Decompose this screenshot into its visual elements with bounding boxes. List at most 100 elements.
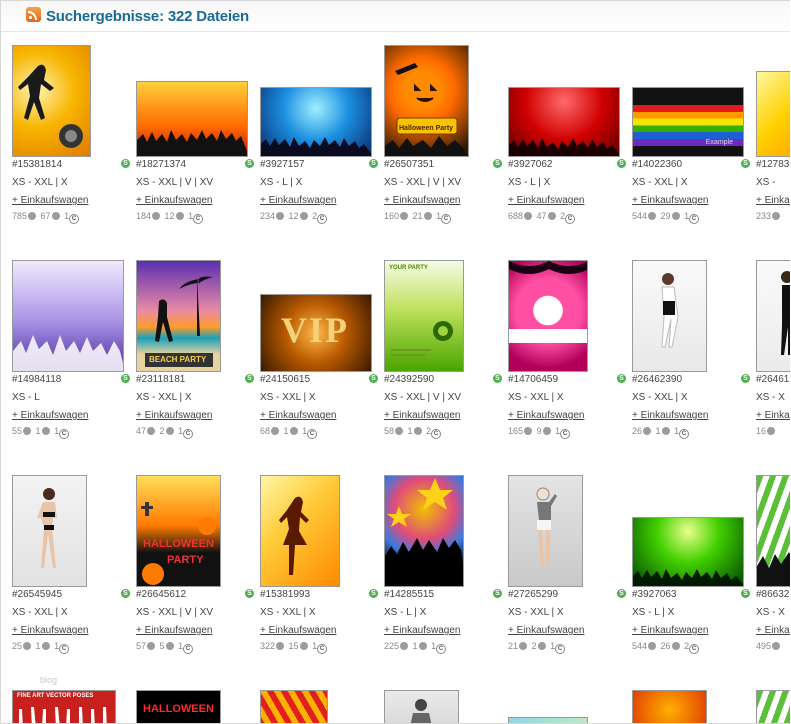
standard-license-icon: S [741,159,750,168]
item-sizes: XS - XXL | X [136,392,192,403]
item-sizes: XS - L | X [384,607,427,618]
downloads-count: 26 [660,641,671,651]
result-thumbnail[interactable] [756,71,790,157]
add-to-cart-link[interactable]: + Einkaufswagen [632,195,708,206]
downloads-count: 1 [35,641,41,651]
views-count: 55 [12,426,23,436]
result-thumbnail[interactable] [384,475,464,587]
views-count: 68 [260,426,271,436]
views-count: 544 [632,641,648,651]
eye-icon [524,212,533,220]
result-thumbnail[interactable]: VIP [260,294,372,372]
result-thumbnail[interactable] [12,475,87,587]
result-thumbnail[interactable] [632,690,707,723]
add-to-cart-link[interactable]: + Einkaufswagen [756,625,790,636]
add-to-cart-link[interactable]: + Einkaufswagen [12,195,88,206]
add-to-cart-link[interactable]: + Einkaufswagen [508,625,584,636]
download-icon [289,427,298,435]
add-to-cart-link[interactable]: + Einkaufswagen [384,410,460,421]
thumb-caption: HALLOWEEN [143,538,214,550]
standard-license-icon: S [121,374,130,383]
result-thumbnail[interactable]: FINE ART VECTOR POSES [12,690,116,723]
add-to-cart-link[interactable]: + Einkaufswagen [508,195,584,206]
views-count: 165 [508,426,524,436]
add-to-cart-link[interactable]: + Einkaufswagen [508,410,584,421]
item-id: #3927062 [508,159,553,170]
download-icon [661,427,670,435]
comment-icon: C [307,429,318,439]
add-to-cart-link[interactable]: + Einkaufswagen [12,625,88,636]
standard-license-icon: S [493,159,502,168]
add-to-cart-link[interactable]: + Einkaufswagen [136,625,212,636]
item-stats: 495 [756,641,782,651]
result-thumbnail[interactable]: Halloween Party [384,45,469,157]
result-thumbnail[interactable]: BEACH PARTY [136,260,221,372]
result-thumbnail[interactable]: HALLOWEEN PARTY [136,475,221,587]
result-thumbnail[interactable] [260,475,340,587]
add-to-cart-link[interactable]: + Einkaufswagen [136,410,212,421]
result-thumbnail[interactable]: YOUR PARTY [384,260,464,372]
download-icon [165,642,174,650]
eye-icon [276,212,285,220]
result-thumbnail[interactable] [756,475,790,587]
add-to-cart-link[interactable]: + Einkaufswagen [756,410,790,421]
result-thumbnail[interactable] [632,517,744,587]
result-thumbnail[interactable] [508,87,620,157]
item-id: #26462390 [632,374,683,385]
downloads-count: 1 [35,426,41,436]
item-sizes: XS - XXL | X [260,392,316,403]
add-to-cart-link[interactable]: + Einkaufswagen [12,410,88,421]
result-thumbnail[interactable]: Example [632,87,744,157]
add-to-cart-link[interactable]: + Einkaufswagen [756,195,790,206]
result-thumbnail[interactable] [12,45,91,157]
comment-icon: C [436,644,447,654]
item-stats: 688 47 2C [508,211,576,224]
result-thumbnail[interactable] [508,260,588,372]
add-to-cart-link[interactable]: + Einkaufswagen [384,625,460,636]
results-header: Suchergebnisse: 322 Dateien [1,1,790,32]
comment-icon: C [59,644,70,654]
eye-icon [400,212,409,220]
add-to-cart-link[interactable]: + Einkaufswagen [260,410,336,421]
result-thumbnail[interactable] [260,690,328,723]
views-count: 26 [632,426,643,436]
thumb-caption: Example [705,139,733,146]
eye-icon [772,212,781,220]
standard-license-icon: S [121,589,130,598]
add-to-cart-link[interactable]: + Einkaufswagen [632,410,708,421]
rss-icon[interactable] [26,7,41,22]
item-sizes: XS - L [12,392,40,403]
item-stats: 233 [756,211,782,221]
eye-icon [23,642,32,650]
result-thumbnail[interactable] [260,87,372,157]
add-to-cart-link[interactable]: + Einkaufswagen [136,195,212,206]
eye-icon [271,427,280,435]
result-thumbnail[interactable] [508,475,583,587]
item-stats: 16 [756,426,777,436]
result-thumbnail[interactable] [508,717,588,723]
add-to-cart-link[interactable]: + Einkaufswagen [384,195,460,206]
add-to-cart-link[interactable]: + Einkaufswagen [260,625,336,636]
item-stats: 322 15 1C [260,641,328,654]
downloads-count: 12 [288,211,299,221]
item-id: #14285515 [384,589,435,600]
result-thumbnail[interactable]: HALLOWEEN [136,690,221,723]
item-sizes: XS - XXL | X [632,392,688,403]
result-thumbnail[interactable] [384,690,459,723]
result-thumbnail[interactable] [12,260,124,372]
item-sizes: XS - XXL | X [12,607,68,618]
comment-icon: C [193,214,204,224]
eye-icon [643,427,652,435]
comment-icon: C [317,214,328,224]
standard-license-icon: S [369,589,378,598]
add-to-cart-link[interactable]: + Einkaufswagen [260,195,336,206]
item-sizes: XS - XXL | X [632,177,688,188]
item-stats: 544 29 1C [632,211,700,224]
result-thumbnail[interactable] [756,690,790,723]
result-thumbnail[interactable] [632,260,707,372]
result-thumbnail[interactable] [756,260,790,372]
add-to-cart-link[interactable]: + Einkaufswagen [632,625,708,636]
result-thumbnail[interactable] [136,81,248,157]
item-stats: 26 1 1C [632,426,690,439]
thumb-caption: VIP [281,310,349,350]
